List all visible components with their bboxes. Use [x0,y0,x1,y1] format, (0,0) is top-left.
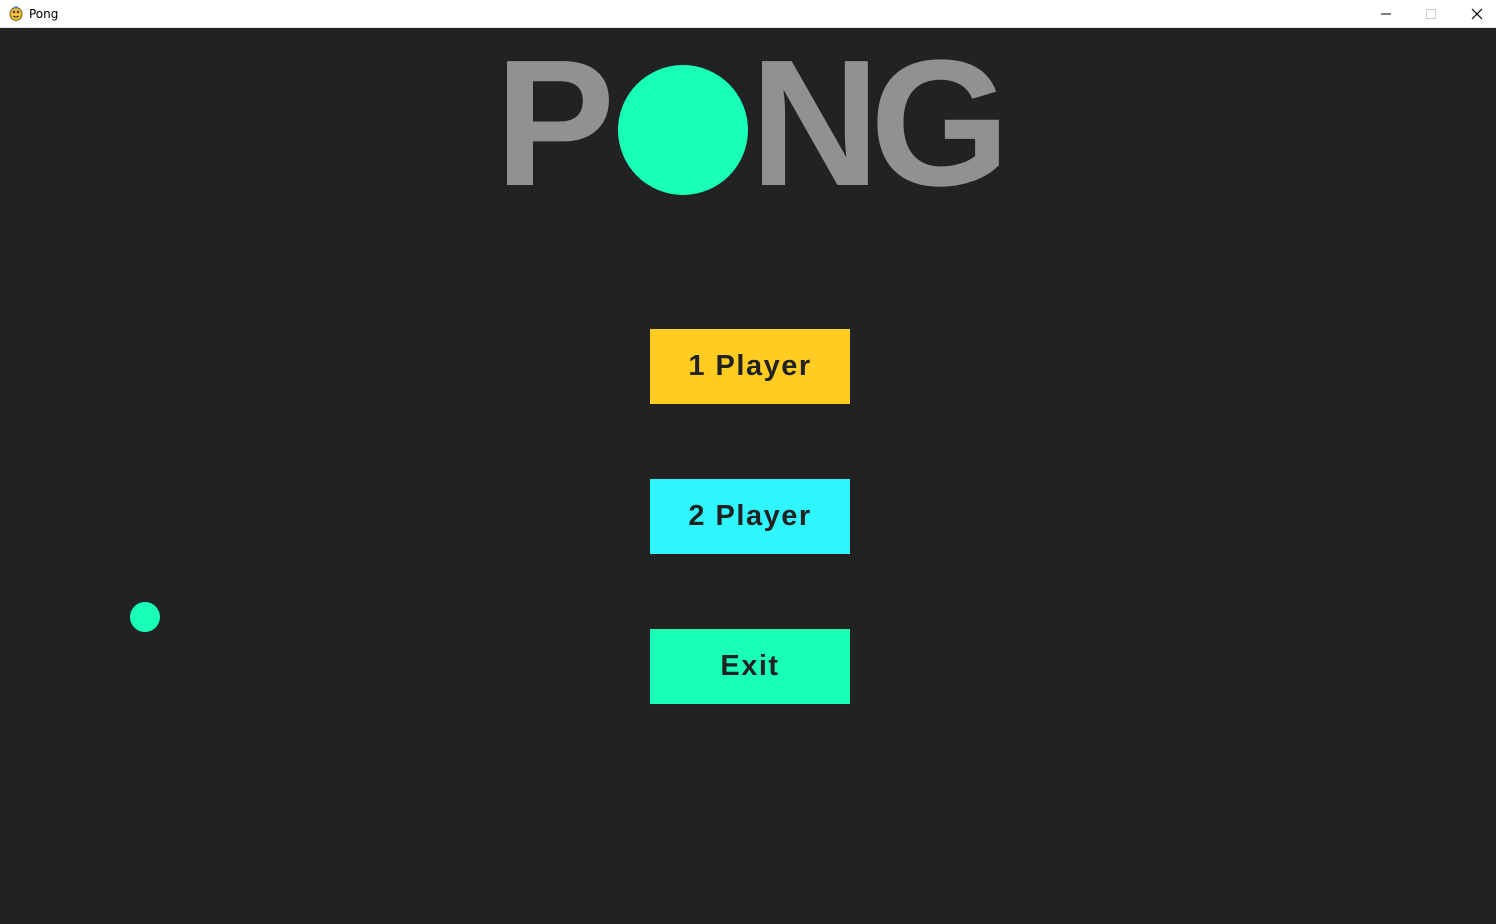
window-title: Pong [29,7,59,21]
two-player-button[interactable]: 2 Player [650,479,850,554]
logo-letter-g: G [870,23,1011,224]
close-icon [1471,8,1483,20]
close-button[interactable] [1454,0,1496,28]
window-titlebar[interactable]: Pong [0,0,1496,28]
exit-button[interactable]: Exit [650,629,850,704]
logo-letter-p: P [495,23,616,224]
logo-ball [618,65,748,195]
pygame-snake-icon [9,6,23,21]
maximize-button[interactable] [1408,0,1454,28]
game-ball [130,602,160,632]
logo-letter-n: N [750,23,880,224]
maximize-icon [1426,9,1436,19]
one-player-button[interactable]: 1 Player [650,329,850,404]
minimize-icon [1381,13,1391,15]
game-canvas[interactable]: P N G 1 Player 2 Player Exit [0,29,1496,924]
minimize-button[interactable] [1363,0,1409,28]
pong-logo: P N G [495,23,1015,224]
